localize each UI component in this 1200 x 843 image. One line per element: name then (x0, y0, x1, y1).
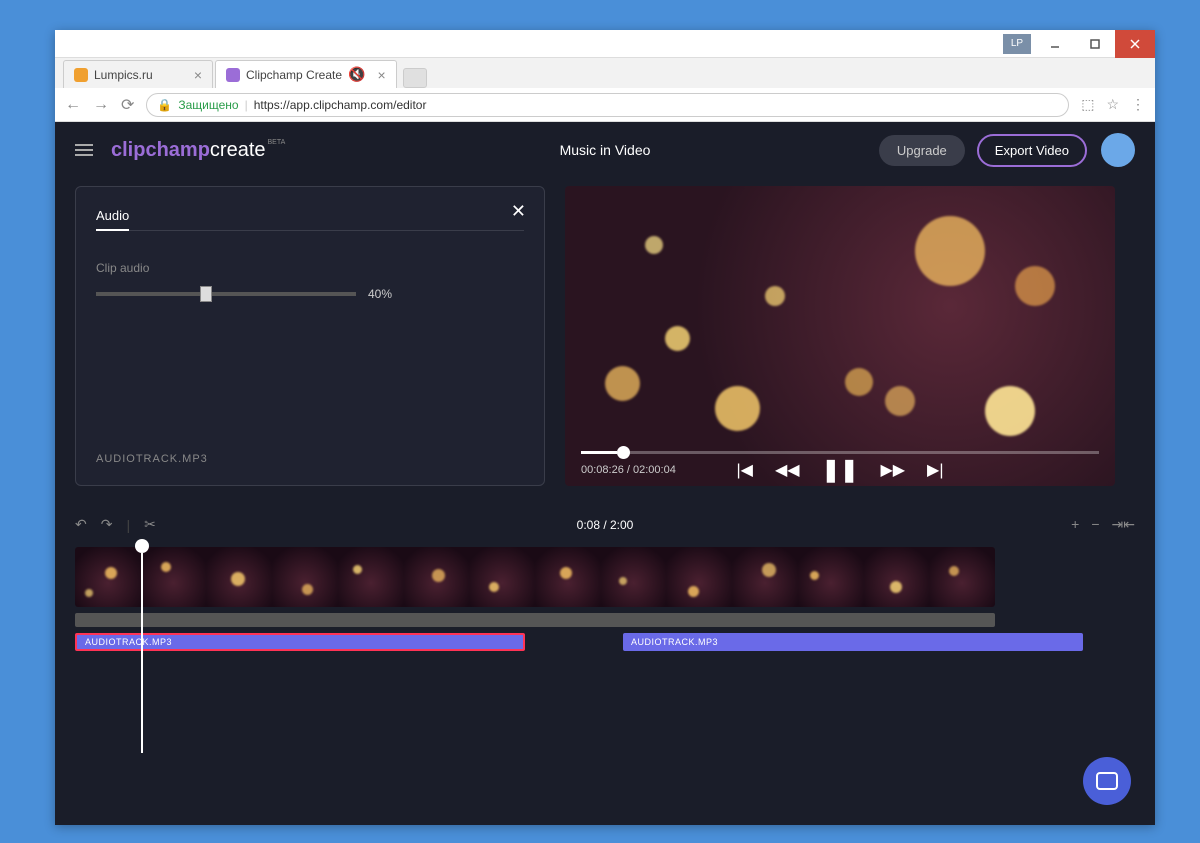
timeline-toolbar: ↶ ↷ | ✂ 0:08 / 2:00 + − ⇥⇤ (55, 516, 1155, 533)
slider-thumb[interactable] (200, 286, 212, 302)
tab-label: Lumpics.ru (94, 68, 153, 82)
browser-tab[interactable]: Lumpics.ru × (63, 60, 213, 88)
forward-icon[interactable]: ▶▶ (880, 460, 905, 480)
redo-button[interactable]: ↷ (101, 516, 113, 533)
zoom-in-button[interactable]: + (1071, 516, 1079, 533)
new-tab-button[interactable] (403, 68, 427, 88)
audio-clip[interactable]: AUDIOTRACK.MP3 (623, 633, 1083, 651)
forward-button[interactable]: → (93, 96, 109, 114)
timeline-position: 0:08 / 2:00 (577, 518, 634, 532)
maximize-button[interactable] (1075, 30, 1115, 58)
menu-icon[interactable]: ⋮ (1131, 96, 1145, 113)
split-button[interactable]: ✂ (144, 516, 156, 533)
skip-start-icon[interactable]: |◀ (736, 460, 752, 480)
window-close-button[interactable] (1115, 30, 1155, 58)
upgrade-button[interactable]: Upgrade (879, 135, 965, 166)
spacer-track[interactable] (75, 613, 995, 627)
editor-main: ✕ Audio Clip audio 40% AUDIOTRACK.MP3 (55, 178, 1155, 486)
zoom-fit-button[interactable]: ⇥⇤ (1112, 516, 1135, 533)
skip-end-icon[interactable]: ▶| (927, 460, 943, 480)
preview-controls: 00:08:26 / 02:00:04 |◀ ◀◀ ❚❚ ▶▶ ▶| (565, 441, 1115, 486)
clip-audio-label: Clip audio (96, 261, 524, 275)
chat-support-button[interactable] (1083, 757, 1131, 805)
playhead[interactable] (135, 539, 149, 753)
timeline[interactable]: AUDIOTRACK.MP3 AUDIOTRACK.MP3 (75, 547, 1135, 651)
progress-thumb[interactable] (617, 446, 630, 459)
favicon-icon (74, 68, 88, 82)
url-input[interactable]: 🔒 Защищено | https://app.clipchamp.com/e… (146, 93, 1069, 117)
audio-filename: AUDIOTRACK.MP3 (96, 453, 208, 465)
browser-tabs: Lumpics.ru × Clipchamp Create 🔇 × (55, 58, 1155, 88)
tab-close-icon[interactable]: × (194, 67, 202, 83)
titlebar-badge: LP (1003, 34, 1031, 54)
pause-icon[interactable]: ❚❚ (822, 457, 859, 483)
reload-button[interactable]: ⟳ (121, 95, 134, 115)
app-header: clipchampcreateBETA Music in Video Upgra… (55, 122, 1155, 178)
audio-properties-panel: ✕ Audio Clip audio 40% AUDIOTRACK.MP3 (75, 186, 545, 486)
hamburger-icon[interactable] (75, 144, 93, 156)
audio-clip-label: AUDIOTRACK.MP3 (631, 637, 718, 647)
video-track[interactable] (75, 547, 995, 607)
window-titlebar: LP (55, 30, 1155, 58)
panel-close-button[interactable]: ✕ (511, 201, 526, 222)
browser-tab[interactable]: Clipchamp Create 🔇 × (215, 60, 397, 88)
mute-icon[interactable]: 🔇 (348, 66, 365, 83)
video-preview[interactable]: 00:08:26 / 02:00:04 |◀ ◀◀ ❚❚ ▶▶ ▶| (565, 186, 1115, 486)
export-video-button[interactable]: Export Video (977, 134, 1087, 167)
url-text: https://app.clipchamp.com/editor (254, 98, 427, 112)
favicon-icon (226, 68, 240, 82)
audio-clip-label: AUDIOTRACK.MP3 (85, 637, 172, 647)
progress-bar[interactable] (581, 451, 1099, 454)
app-logo: clipchampcreateBETA (111, 139, 285, 162)
minimize-button[interactable] (1035, 30, 1075, 58)
timecode: 00:08:26 / 02:00:04 (581, 464, 676, 476)
browser-window: LP Lumpics.ru × Clipchamp Create 🔇 × ← →… (55, 30, 1155, 825)
secure-label: Защищено (178, 98, 238, 112)
tab-close-icon[interactable]: × (377, 67, 385, 83)
undo-button[interactable]: ↶ (75, 516, 87, 533)
chat-icon (1096, 772, 1118, 790)
audio-tab[interactable]: Audio (96, 208, 129, 231)
volume-value: 40% (368, 287, 392, 301)
translate-icon[interactable]: ⬚ (1081, 96, 1094, 113)
document-title[interactable]: Music in Video (560, 142, 651, 158)
volume-slider[interactable] (96, 292, 356, 296)
rewind-icon[interactable]: ◀◀ (775, 460, 800, 480)
tab-label: Clipchamp Create (246, 68, 342, 82)
back-button[interactable]: ← (65, 96, 81, 114)
address-bar: ← → ⟳ 🔒 Защищено | https://app.clipchamp… (55, 88, 1155, 122)
app-content: clipchampcreateBETA Music in Video Upgra… (55, 122, 1155, 825)
bookmark-icon[interactable]: ☆ (1106, 96, 1119, 113)
lock-icon: 🔒 (157, 98, 172, 112)
user-avatar[interactable] (1101, 133, 1135, 167)
zoom-out-button[interactable]: − (1091, 516, 1099, 533)
audio-track-row: AUDIOTRACK.MP3 AUDIOTRACK.MP3 (75, 633, 1135, 651)
